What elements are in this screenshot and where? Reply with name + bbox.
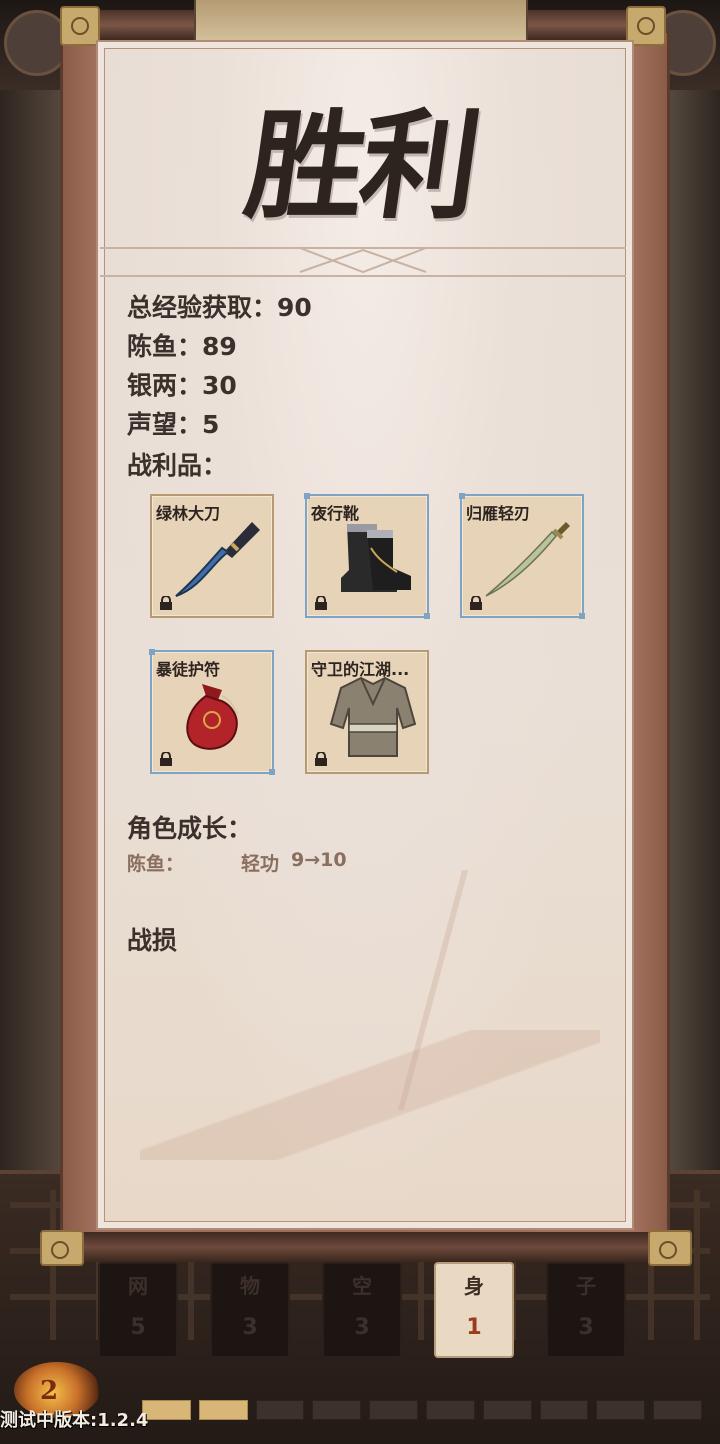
version-label: 测试中版本:1.2.4 — [0, 1410, 149, 1431]
attribute-slot[interactable]: 网 5 — [98, 1262, 178, 1358]
attribute-name: 网 — [128, 1274, 148, 1298]
battle-losses-label: 战损 — [127, 926, 178, 955]
character-growth-label: 角色成长： — [127, 814, 253, 843]
loot-item[interactable]: 归雁轻刃 — [459, 493, 585, 619]
character-exp-text: 陈鱼：89 — [127, 332, 237, 361]
rod-cap-icon — [60, 6, 100, 46]
attribute-value: 3 — [242, 1315, 258, 1340]
attribute-name: 身 — [464, 1274, 484, 1298]
boots-icon — [341, 524, 411, 592]
lock-icon — [315, 752, 327, 766]
loot-item-name: 守卫的江湖... — [311, 660, 410, 679]
progress-segment — [255, 1400, 305, 1420]
attribute-slot-active[interactable]: 身 1 — [434, 1262, 514, 1358]
lock-icon — [160, 596, 172, 610]
growth-change: 9→10 — [291, 849, 347, 871]
saber-icon — [485, 522, 570, 597]
loot-item-name: 夜行靴 — [311, 504, 360, 523]
pouch-icon — [186, 684, 239, 750]
scroll-bottom-rod — [40, 1232, 688, 1262]
ornamental-divider — [100, 247, 626, 277]
progress-segment — [482, 1400, 532, 1420]
growth-row: 陈鱼： 轻功 9→10 — [127, 849, 347, 876]
loot-item-name: 绿林大刀 — [156, 504, 221, 523]
progress-segment — [539, 1400, 589, 1420]
victory-title: 胜利 — [237, 96, 486, 235]
rod-cap-icon — [40, 1230, 84, 1266]
lock-icon — [470, 596, 482, 610]
progress-segment — [198, 1400, 248, 1420]
loot-item-name: 归雁轻刃 — [466, 504, 531, 523]
loot-label: 战利品： — [127, 451, 228, 480]
progress-segment — [653, 1400, 702, 1420]
emblem-number: 2 — [40, 1376, 59, 1406]
progress-segment — [142, 1400, 191, 1420]
attribute-name: 子 — [576, 1274, 596, 1298]
attribute-value: 3 — [578, 1315, 594, 1340]
total-exp-text: 总经验获取：90 — [127, 293, 312, 322]
attribute-value: 5 — [130, 1315, 146, 1340]
silver-text: 银两：30 — [127, 371, 237, 400]
loot-item-name: 暴徒护符 — [156, 660, 221, 679]
attribute-name: 物 — [240, 1274, 260, 1298]
progress-segment — [369, 1400, 418, 1420]
loot-item[interactable]: 暴徒护符 — [149, 649, 275, 775]
lock-icon — [160, 752, 172, 766]
broadsword-icon — [175, 522, 260, 597]
progress-bar — [142, 1400, 702, 1422]
loot-item[interactable]: 绿林大刀 — [150, 494, 274, 618]
reputation-text: 声望：5 — [127, 410, 220, 439]
attribute-value: 3 — [354, 1315, 370, 1340]
rod-cap-icon — [648, 1230, 692, 1266]
progress-segment — [596, 1400, 646, 1420]
growth-skill: 轻功 — [241, 853, 280, 875]
progress-segment — [425, 1400, 475, 1420]
attribute-slot[interactable]: 空 3 — [322, 1262, 402, 1358]
growth-character: 陈鱼： — [127, 853, 185, 875]
attribute-value: 1 — [466, 1315, 482, 1340]
lock-icon — [315, 596, 327, 610]
attribute-name: 空 — [352, 1274, 372, 1298]
robe-icon — [329, 676, 417, 757]
attribute-slot[interactable]: 物 3 — [210, 1262, 290, 1358]
loot-item[interactable]: 夜行靴 — [304, 493, 430, 619]
ink-mountain-decoration — [140, 1030, 600, 1160]
progress-segment — [312, 1400, 362, 1420]
loot-item[interactable]: 守卫的江湖... — [305, 650, 429, 774]
attribute-slot[interactable]: 子 3 — [546, 1262, 626, 1358]
